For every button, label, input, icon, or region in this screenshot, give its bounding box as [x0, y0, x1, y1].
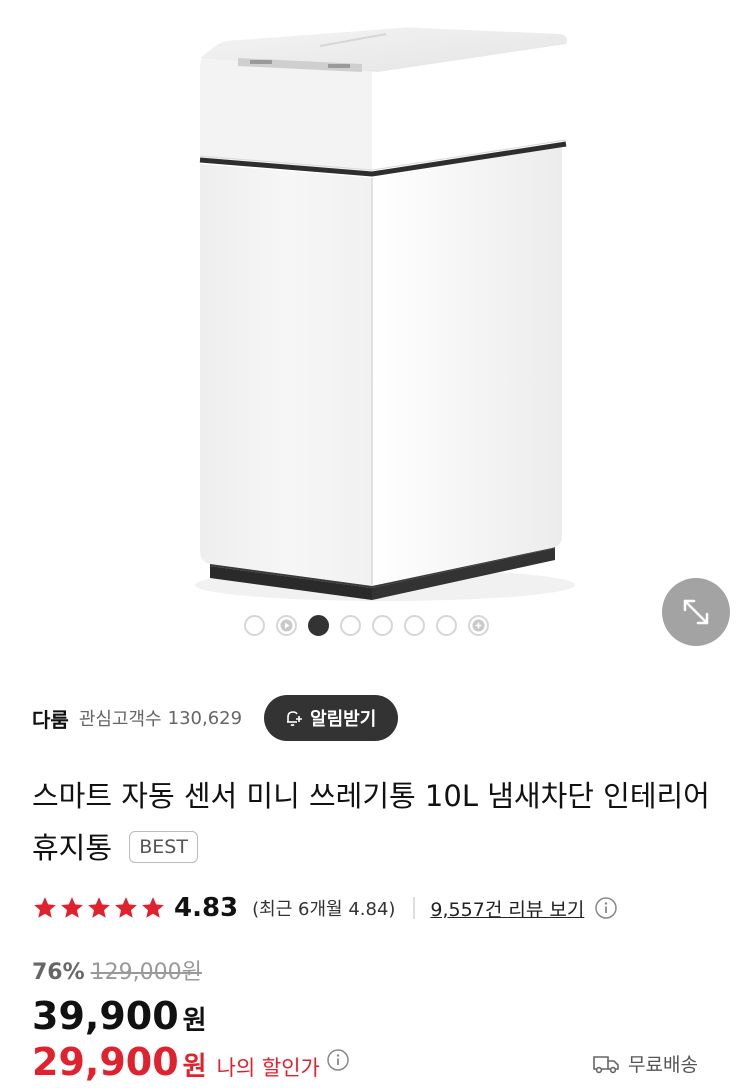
recent-rating: (최근 6개월 4.84) — [252, 899, 396, 920]
alert-subscribe-button[interactable]: 알림받기 — [264, 695, 399, 741]
follower-count: 130,629 — [167, 707, 243, 729]
review-info-icon[interactable] — [594, 896, 618, 920]
pager-dot[interactable] — [372, 615, 393, 636]
follower-label: 관심고객수 — [78, 709, 162, 730]
product-title-block: 스마트 자동 센서 미니 쓰레기통 10L 냄새차단 인테리어 휴지통 BEST — [32, 770, 722, 874]
shipping-label: 무료배송 — [628, 1054, 698, 1076]
sale-price: 39,900 — [32, 994, 179, 1038]
product-gallery[interactable] — [0, 0, 750, 660]
pager-dot[interactable] — [404, 615, 425, 636]
rating-value: 4.83 — [174, 893, 239, 923]
best-badge: BEST — [129, 831, 198, 863]
bell-plus-icon — [287, 711, 303, 727]
star-icon — [115, 897, 137, 918]
star-rating — [32, 895, 166, 921]
seller-row: 다룸 관심고객수 130,629 알림받기 — [32, 694, 718, 742]
rating-row: 4.83 (최근 6개월 4.84) 9,557건 리뷰 보기 — [32, 888, 618, 928]
free-shipping: 무료배송 — [592, 1050, 698, 1077]
star-icon — [142, 897, 164, 918]
star-icon — [88, 897, 110, 918]
divider — [413, 897, 416, 919]
pager-video-dot[interactable] — [276, 615, 297, 636]
my-discount-label: 나의 할인가 — [216, 1056, 320, 1080]
pager-more-dot[interactable] — [468, 615, 489, 636]
star-icon — [61, 897, 83, 918]
my-discount-price: 29,900 — [32, 1040, 179, 1084]
expand-icon — [683, 599, 709, 625]
expand-button[interactable] — [662, 578, 730, 646]
pager-dot[interactable] — [244, 615, 265, 636]
pager-dot[interactable] — [436, 615, 457, 636]
sale-price-unit: 원 — [182, 1006, 207, 1036]
plus-icon — [472, 619, 485, 632]
original-price: 129,000원 — [90, 960, 202, 985]
my-discount-price-unit: 원 — [182, 1052, 207, 1082]
gallery-pager — [244, 615, 489, 636]
pager-dot[interactable] — [340, 615, 361, 636]
price-row: 39,900 원 — [32, 994, 207, 1038]
discount-row: 76% 129,000원 — [32, 954, 202, 986]
truck-icon — [593, 1055, 619, 1073]
my-price-info-icon[interactable] — [326, 1048, 350, 1076]
review-link[interactable]: 9,557건 리뷰 보기 — [430, 895, 584, 922]
star-icon — [34, 897, 56, 918]
trash-can-product-image — [195, 27, 575, 601]
play-icon — [280, 619, 293, 632]
alert-button-label: 알림받기 — [310, 709, 377, 730]
my-price-row: 29,900 원 나의 할인가 — [32, 1040, 350, 1084]
discount-rate: 76% — [32, 960, 85, 985]
seller-name[interactable]: 다룸 — [32, 704, 69, 733]
pager-dot-active[interactable] — [308, 615, 329, 636]
